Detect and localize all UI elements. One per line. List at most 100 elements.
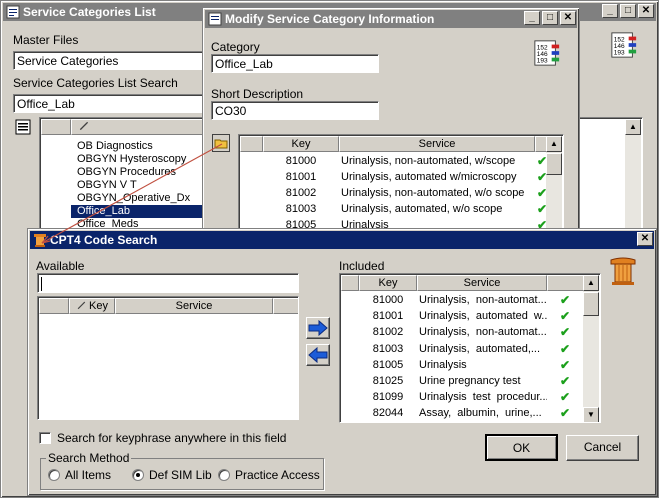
radio-def-sim-lib-label[interactable]: Def SIM Lib <box>149 468 212 482</box>
available-header-service[interactable]: Service <box>115 298 273 314</box>
available-key-label: Key <box>89 300 109 312</box>
included-header-key[interactable]: Key <box>359 275 417 291</box>
available-header-key[interactable]: Key <box>69 298 115 314</box>
arrow-left-icon <box>308 346 328 364</box>
included-row-service[interactable]: Urinalysis <box>419 357 547 373</box>
included-row-key[interactable]: 81003 <box>359 341 417 357</box>
modify-row-key[interactable]: 81002 <box>263 185 339 201</box>
modify-header-service[interactable]: Service <box>339 136 535 152</box>
modify-row-service[interactable]: Urinalysis, automated, w/o scope <box>341 201 535 217</box>
included-row-key[interactable]: 81001 <box>359 308 417 324</box>
ok-button[interactable]: OK <box>485 434 558 461</box>
radio-all-items-label[interactable]: All Items <box>65 468 111 482</box>
scroll-up-arrow[interactable]: ▲ <box>583 275 599 291</box>
modify-row-service[interactable]: Urinalysis, non-automated, w/o scope <box>341 185 535 201</box>
cancel-button[interactable]: Cancel <box>566 435 639 461</box>
svg-text:193: 193 <box>537 57 548 64</box>
scroll-up-arrow[interactable]: ▲ <box>625 119 641 135</box>
modify-row-service[interactable]: Urinalysis, automated w/microscopy <box>341 169 535 185</box>
included-row-key[interactable]: 81002 <box>359 324 417 340</box>
category-field[interactable]: Office_Lab <box>211 54 379 73</box>
included-row-service[interactable]: Urinalysis, automated w... <box>419 308 547 324</box>
scroll-down-arrow[interactable]: ▼ <box>583 407 599 422</box>
check-icon: ✔ <box>560 341 571 356</box>
grid-header-check <box>547 275 585 291</box>
included-row-service[interactable]: Assay, albumin, urine,... <box>419 405 547 421</box>
minimize-button[interactable]: _ <box>524 11 540 25</box>
close-button[interactable]: ✕ <box>637 232 653 246</box>
available-grid: Key Service <box>37 296 299 420</box>
short-description-field[interactable]: CO30 <box>211 101 379 120</box>
minimize-button[interactable]: _ <box>602 4 618 18</box>
scroll-up-arrow[interactable]: ▲ <box>546 136 562 152</box>
radio-practice-access[interactable] <box>218 469 230 481</box>
cpt4-titlebar[interactable]: CPT4 Code Search <box>30 231 654 249</box>
modify-row-key[interactable]: 81001 <box>263 169 339 185</box>
modify-category-title: Modify Service Category Information <box>225 12 435 26</box>
category-list-item-label: OBGYN Hysteroscopy <box>77 153 187 165</box>
grid-header-blank <box>41 119 71 135</box>
included-row-key[interactable]: 81025 <box>359 373 417 389</box>
included-row-service[interactable]: Urine pregnancy test <box>419 373 547 389</box>
modify-category-titlebar[interactable]: Modify Service Category Information <box>205 10 577 28</box>
check-icon: ✔ <box>537 154 548 168</box>
modify-row-key[interactable]: 81000 <box>263 153 339 169</box>
keyphrase-checkbox[interactable] <box>39 432 51 444</box>
folder-open-icon[interactable] <box>212 134 230 152</box>
arrow-right-icon <box>308 319 328 337</box>
master-files-field[interactable]: Service Categories <box>13 51 209 70</box>
service-list-icon: 152146193 <box>534 40 560 66</box>
search-label: Service Categories List Search <box>13 76 178 90</box>
remove-from-included-button[interactable] <box>306 344 330 366</box>
included-row-service[interactable]: Urinalysis, automated,... <box>419 341 547 357</box>
included-row-key[interactable]: 81000 <box>359 292 417 308</box>
grid-header-check <box>273 298 298 314</box>
radio-practice-access-label[interactable]: Practice Access <box>235 468 320 482</box>
check-icon: ✔ <box>560 357 571 372</box>
modify-row-service[interactable]: Urinalysis, non-automated, w/scope <box>341 153 535 169</box>
scroll-thumb[interactable] <box>546 153 562 175</box>
check-icon: ✔ <box>537 170 548 184</box>
available-label: Available <box>36 259 85 273</box>
close-button[interactable]: ✕ <box>560 11 576 25</box>
modify-category-window: Modify Service Category Information _ □ … <box>202 7 580 234</box>
check-icon: ✔ <box>560 374 571 388</box>
grid-header-blank <box>240 136 263 152</box>
modify-header-key[interactable]: Key <box>263 136 339 152</box>
check-icon: ✔ <box>560 325 571 340</box>
included-grid-scrollbar[interactable]: ▲ ▼ <box>583 275 599 422</box>
included-row-key[interactable]: 82044 <box>359 405 417 421</box>
scroll-thumb[interactable] <box>583 292 599 316</box>
check-icon: ✔ <box>560 309 571 324</box>
cpt4-search-window: CPT4 Code Search ✕ Available Key Service… <box>27 228 657 496</box>
keyphrase-label[interactable]: Search for keyphrase anywhere in this fi… <box>57 431 286 445</box>
radio-selected-dot <box>136 473 140 477</box>
cpt4-title: CPT4 Code Search <box>50 233 158 247</box>
wrench-icon <box>79 121 89 131</box>
add-to-included-button[interactable] <box>306 317 330 339</box>
available-search-input[interactable] <box>37 273 299 293</box>
maximize-button[interactable]: □ <box>620 4 636 18</box>
included-row-key[interactable]: 81005 <box>359 357 417 373</box>
maximize-button[interactable]: □ <box>542 11 558 25</box>
grid-header-blank <box>39 298 69 314</box>
category-list-item-label: OBGYN_Operative_Dx <box>77 192 191 204</box>
included-row-key[interactable]: 81099 <box>359 389 417 405</box>
category-list-item-label: OB Diagnostics <box>77 140 153 152</box>
modify-row-key[interactable]: 81003 <box>263 201 339 217</box>
radio-def-sim-lib[interactable] <box>132 469 144 481</box>
radio-all-items[interactable] <box>48 469 60 481</box>
search-method-label: Search Method <box>46 451 132 465</box>
list-view-icon[interactable] <box>15 119 31 135</box>
search-field[interactable]: Office_Lab <box>13 94 209 113</box>
wrench-icon <box>77 301 86 310</box>
included-row-service[interactable]: Urinalysis test procedur... <box>419 389 547 405</box>
app-icon <box>6 5 20 19</box>
included-header-service[interactable]: Service <box>417 275 547 291</box>
included-row-service[interactable]: Urinalysis, non-automat... <box>419 324 547 340</box>
grid-scrollbar[interactable]: ▲ <box>625 119 641 232</box>
app-icon <box>208 12 222 26</box>
modify-grid-scrollbar[interactable]: ▲ <box>546 136 562 233</box>
close-button[interactable]: ✕ <box>638 4 654 18</box>
included-row-service[interactable]: Urinalysis, non-automat... <box>419 292 547 308</box>
